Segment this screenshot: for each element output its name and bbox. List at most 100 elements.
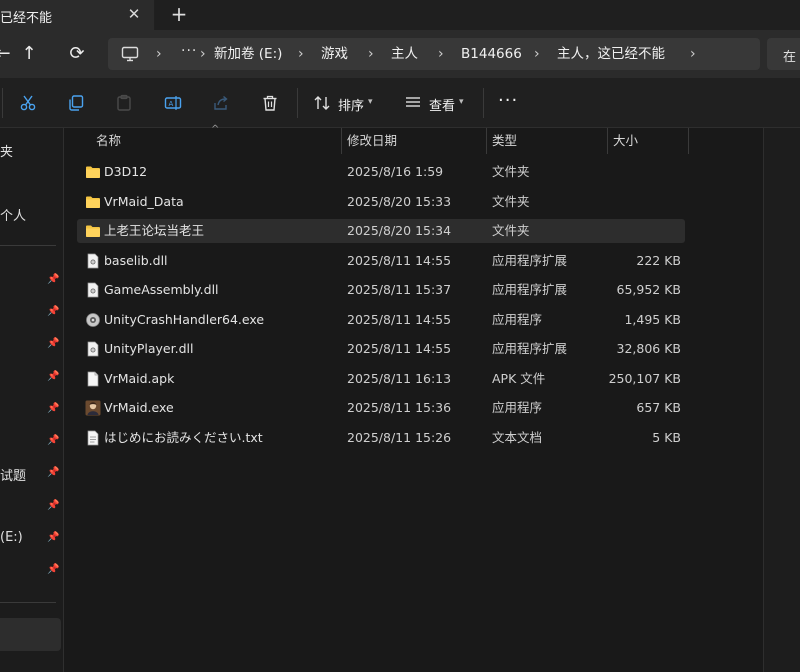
file-type: 文件夹 [492,193,530,209]
file-type: 文件夹 [492,223,530,238]
share-icon[interactable] [212,94,230,112]
chevron-right-icon[interactable]: › [534,45,540,63]
column-divider[interactable] [486,128,487,154]
chevron-right-icon[interactable]: › [298,45,304,63]
rename-icon[interactable]: A [164,94,182,112]
pin-icon[interactable]: 📌 [47,274,59,286]
breadcrumb-drive[interactable]: 新加卷 (E:) [214,45,282,63]
sidebar-item-label[interactable]: (E:) [0,530,23,545]
file-size: 1,495 KB [624,311,681,327]
pin-icon[interactable]: 📌 [47,467,59,479]
delete-icon[interactable] [261,94,279,112]
chevron-right-icon[interactable]: › [690,45,696,63]
sidebar-item-label[interactable]: 个人 [0,205,26,224]
monitor-icon[interactable] [121,45,139,63]
file-type: 应用程序扩展 [492,252,568,268]
file-row[interactable]: D3D12 2025/8/16 1:59 文件夹 [77,160,685,184]
chevron-right-icon[interactable]: › [156,45,162,63]
column-divider[interactable] [688,128,689,154]
pin-icon[interactable]: 📌 [47,403,59,415]
more-crumbs-icon[interactable]: ··· [181,43,197,59]
file-size: 65,952 KB [616,282,681,297]
pin-icon[interactable]: 📌 [47,338,59,350]
file-type: 文件夹 [492,164,530,179]
file-row[interactable]: UnityCrashHandler64.exe 2025/8/11 14:55 应用… [77,308,685,332]
file-date: 2025/8/11 15:37 [347,282,452,297]
file-type: 应用程序扩展 [492,341,568,356]
view-button[interactable]: 查看 [429,95,455,114]
close-icon[interactable]: ✕ [126,5,142,23]
text-file-icon [85,430,101,446]
file-row[interactable]: VrMaid.exe 2025/8/11 15:36 应用程序 657 KB [77,396,685,420]
file-row[interactable]: UnityPlayer.dll 2025/8/11 14:55 应用程序扩展 32,8… [77,337,685,361]
folder-icon [85,194,101,210]
refresh-icon[interactable]: ⟳ [66,43,88,65]
tab-current[interactable]: 已经不能 ✕ [0,0,155,30]
sort-button[interactable]: 排序 [338,95,364,114]
copy-icon[interactable] [67,94,85,112]
file-name: 上老王论坛当老王 [104,223,205,238]
view-icon[interactable] [404,94,422,112]
sidebar-item-label[interactable]: 夹 [0,141,13,160]
file-row[interactable]: VrMaid.apk 2025/8/11 16:13 APK 文件 250,107 K… [77,367,685,391]
file-type: 文本文档 [492,429,543,445]
column-header-name[interactable]: 名称 [96,128,121,154]
file-name: VrMaid_Data [104,193,184,209]
file-name: はじめにお読みください.txt [104,429,263,445]
pin-icon[interactable]: 📌 [47,435,59,447]
pin-icon[interactable]: 📌 [47,500,59,512]
breadcrumb-master[interactable]: 主人 [391,45,418,63]
tab-title: 已经不能 [0,11,53,26]
navigation-bar: ← ↑ ⟳ › ··· › 新加卷 (E:) › 游戏 › 主人 › B1446… [0,30,800,78]
file-name: UnityCrashHandler64.exe [104,311,265,327]
chevron-right-icon[interactable]: › [368,45,374,63]
file-size: 250,107 KB [608,370,681,386]
breadcrumb-games[interactable]: 游戏 [321,45,348,63]
chevron-down-icon[interactable]: ▾ [368,97,373,107]
command-bar: A 排序 ▾ 查看 ▾ ··· [0,78,800,128]
column-header-date[interactable]: 修改日期 [347,128,397,154]
details-pane [763,128,800,672]
column-header-size[interactable]: 大小 [613,128,638,154]
paste-icon[interactable] [115,94,133,112]
more-options-icon[interactable]: ··· [498,90,518,111]
file-date: 2025/8/20 15:34 [347,223,452,238]
file-row[interactable]: baselib.dll 2025/8/11 14:55 应用程序扩展 222 KB [77,249,685,273]
file-date: 2025/8/11 14:55 [347,252,452,268]
pin-icon[interactable]: 📌 [47,532,59,544]
pin-icon[interactable]: 📌 [47,306,59,318]
file-name: D3D12 [104,164,148,179]
file-size: 222 KB [636,252,681,268]
pin-icon[interactable]: 📌 [47,564,59,576]
file-row[interactable]: はじめにお読みください.txt 2025/8/11 15:26 文本文档 5 KB [77,426,685,450]
breadcrumb-current[interactable]: 主人，这已经不能 [557,45,665,63]
chevron-right-icon[interactable]: › [438,45,444,63]
file-row[interactable]: 上老王论坛当老王 2025/8/20 15:34 文件夹 [77,219,685,243]
pin-icon[interactable]: 📌 [47,371,59,383]
column-divider[interactable] [341,128,342,154]
sidebar-item-label[interactable]: 试题 [0,465,26,484]
file-type: 应用程序 [492,400,543,415]
chevron-down-icon[interactable]: ▾ [459,97,464,107]
toolbar-divider [483,88,484,118]
back-icon[interactable]: ← [0,43,14,65]
address-bar[interactable]: › ··· › 新加卷 (E:) › 游戏 › 主人 › B144666 › 主… [108,38,760,70]
new-tab-icon[interactable]: + [170,4,188,24]
breadcrumb-id[interactable]: B144666 [461,45,522,63]
folder-icon [85,223,101,239]
file-type: 应用程序扩展 [492,282,568,297]
file-type: APK 文件 [492,370,546,386]
sort-icon[interactable] [313,94,331,112]
column-divider[interactable] [607,128,608,154]
folder-icon [85,164,101,180]
sidebar-item-selected[interactable] [0,618,61,651]
up-arrow-icon[interactable]: ↑ [18,43,40,65]
file-name: VrMaid.apk [104,370,175,386]
file-row[interactable]: GameAssembly.dll 2025/8/11 15:37 应用程序扩展 65,… [77,278,685,302]
column-header-type[interactable]: 类型 [492,128,517,154]
file-name: baselib.dll [104,252,168,268]
file-row[interactable]: VrMaid_Data 2025/8/20 15:33 文件夹 [77,190,685,214]
cut-icon[interactable] [19,94,37,112]
search-input[interactable]: 在 [767,38,800,70]
chevron-right-icon[interactable]: › [200,45,206,63]
